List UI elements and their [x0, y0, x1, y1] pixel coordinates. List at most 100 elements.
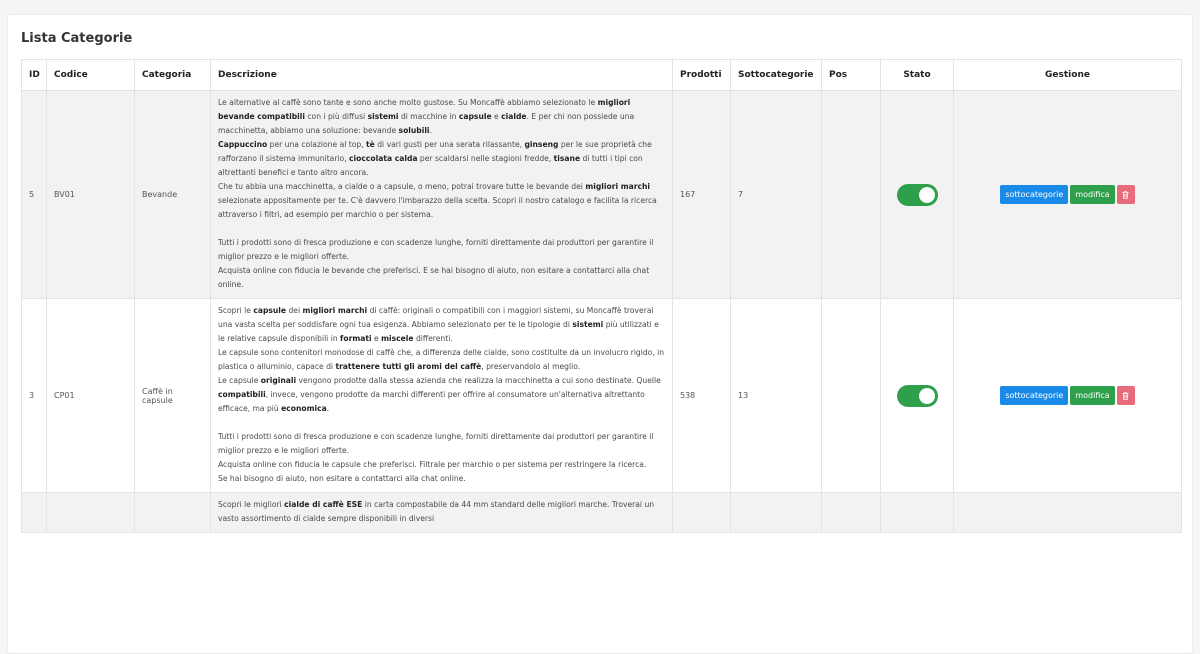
cell-subcategories [730, 492, 822, 533]
cell-description: Scopri le migliori cialde di caffè ESE i… [210, 492, 673, 533]
cell-category: Bevande [134, 90, 211, 299]
description-bold-text: capsule [458, 112, 492, 121]
description-paragraph: Acquista online con fiducia le capsule c… [218, 458, 665, 472]
cell-id [21, 492, 47, 533]
description-text: Acquista online con fiducia le bevande c… [218, 266, 650, 289]
cell-code: CP01 [46, 298, 135, 493]
description-text: Che tu abbia una macchinetta, a cialde o… [218, 182, 586, 191]
subcategories-button[interactable]: sottocategorie [1000, 185, 1069, 204]
description-text: Le alternative al caffè sono tante e son… [218, 98, 598, 107]
status-toggle[interactable] [896, 384, 938, 407]
description-bold-text: solubili [398, 126, 430, 135]
col-products-header[interactable]: Prodotti [672, 59, 731, 91]
description-paragraph: Le alternative al caffè sono tante e son… [218, 96, 665, 138]
delete-button[interactable] [1116, 185, 1135, 204]
col-code-header[interactable]: Codice [46, 59, 135, 91]
cell-subcategories: 7 [730, 90, 822, 299]
cell-status [880, 492, 954, 533]
cell-pos [821, 492, 881, 533]
description-bold-text: tisane [553, 154, 581, 163]
description-bold-text: sistemi [572, 320, 604, 329]
trash-icon [1122, 190, 1129, 199]
col-pos-header[interactable]: Pos [821, 59, 881, 91]
col-description-header[interactable]: Descrizione [210, 59, 673, 91]
description-bold-text: capsule [253, 306, 287, 315]
cell-products [672, 492, 731, 533]
description-text: vengono prodotte dalla stessa azienda ch… [296, 376, 661, 385]
cell-pos [821, 90, 881, 299]
description-paragraph: Se hai bisogno di aiuto, non esitare a c… [218, 472, 665, 486]
description-text: Se hai bisogno di aiuto, non esitare a c… [218, 474, 466, 483]
description-paragraph: Che tu abbia una macchinetta, a cialde o… [218, 180, 665, 222]
cell-id: 3 [21, 298, 47, 493]
description-text: Tutti i prodotti sono di fresca produzio… [218, 432, 654, 455]
col-status-header[interactable]: Stato [880, 59, 954, 91]
cell-code: BV01 [46, 90, 135, 299]
description-bold-text: originali [260, 376, 297, 385]
description-bold-text: compatibili [218, 390, 266, 399]
description-paragraph: Acquista online con fiducia le bevande c… [218, 264, 665, 292]
edit-button[interactable]: modifica [1070, 185, 1115, 204]
description-text: Le capsule [218, 376, 261, 385]
description-bold-text: sistemi [367, 112, 399, 121]
categories-card: Lista Categorie ID Codice Categoria Desc… [7, 14, 1193, 654]
description-bold-text: economica [281, 404, 327, 413]
cell-subcategories: 13 [730, 298, 822, 493]
description-paragraph: Scopri le capsule dei migliori marchi di… [218, 304, 665, 346]
cell-description: Le alternative al caffè sono tante e son… [210, 90, 673, 299]
status-toggle[interactable] [896, 183, 938, 206]
cell-category: Caffè in capsule [134, 298, 211, 493]
col-id-header[interactable]: ID [21, 59, 47, 91]
cell-products: 538 [672, 298, 731, 493]
card-title: Lista Categorie [21, 31, 133, 46]
description-text: Acquista online con fiducia le capsule c… [218, 460, 647, 469]
cell-id: 5 [21, 90, 47, 299]
col-subcategories-header[interactable]: Sottocategorie [730, 59, 822, 91]
table-row: 3 CP01 Caffè in capsule Scopri le capsul… [21, 298, 1182, 493]
description-text: Tutti i prodotti sono di fresca produzio… [218, 238, 654, 261]
description-text: con i più diffusi [304, 112, 368, 121]
col-category-header[interactable]: Categoria [134, 59, 211, 91]
cell-manage: sottocategorie modifica [953, 298, 1182, 493]
edit-button[interactable]: modifica [1070, 386, 1115, 405]
description-text: di macchine in [398, 112, 459, 121]
delete-button[interactable] [1116, 386, 1135, 405]
col-manage-header: Gestione [953, 59, 1182, 91]
description-text: selezionate appositamente per te. C'è da… [218, 196, 657, 219]
subcategories-button[interactable]: sottocategorie [1000, 386, 1069, 405]
categories-table: ID Codice Categoria Descrizione Prodotti… [21, 59, 1182, 533]
description-bold-text: migliori marchi [302, 306, 368, 315]
description-text: di vari gusti per una serata rilassante, [374, 140, 525, 149]
description-text: dei [286, 306, 303, 315]
toggle-knob [918, 186, 935, 203]
description-paragraph: Tutti i prodotti sono di fresca produzio… [218, 430, 665, 458]
description-text: per scaldarsi nelle stagioni fredde, [417, 154, 554, 163]
description-paragraph: Cappuccino per una colazione al top, tè … [218, 138, 665, 180]
description-text: differenti. [413, 334, 453, 343]
description-bold-text: trattenere tutti gli aromi del caffè [335, 362, 482, 371]
description-text: . [326, 404, 330, 413]
description-paragraph: Scopri le migliori cialde di caffè ESE i… [218, 498, 665, 526]
description-text: e [371, 334, 382, 343]
description-bold-text: cioccolata calda [349, 154, 418, 163]
description-bold-text: cialde di caffè ESE [284, 500, 363, 509]
description-text: . [429, 126, 432, 135]
cell-manage [953, 492, 1182, 533]
description-text: e [491, 112, 502, 121]
description-bold-text: tè [366, 140, 375, 149]
description-bold-text: Cappuccino [218, 140, 268, 149]
description-paragraph: Tutti i prodotti sono di fresca produzio… [218, 236, 665, 264]
table-row: Scopri le migliori cialde di caffè ESE i… [21, 492, 1182, 533]
description-text: Scopri le migliori [218, 500, 285, 509]
cell-status [880, 90, 954, 299]
cell-description: Scopri le capsule dei migliori marchi di… [210, 298, 673, 493]
description-bold-text: ginseng [524, 140, 559, 149]
cell-category [134, 492, 211, 533]
description-text: , preservandolo al meglio. [481, 362, 581, 371]
cell-manage: sottocategorie modifica [953, 90, 1182, 299]
table-header-row: ID Codice Categoria Descrizione Prodotti… [21, 59, 1182, 91]
description-paragraph: Le capsule sono contenitori monodose di … [218, 346, 665, 374]
cell-status [880, 298, 954, 493]
description-bold-text: miscele [381, 334, 414, 343]
cell-code [46, 492, 135, 533]
